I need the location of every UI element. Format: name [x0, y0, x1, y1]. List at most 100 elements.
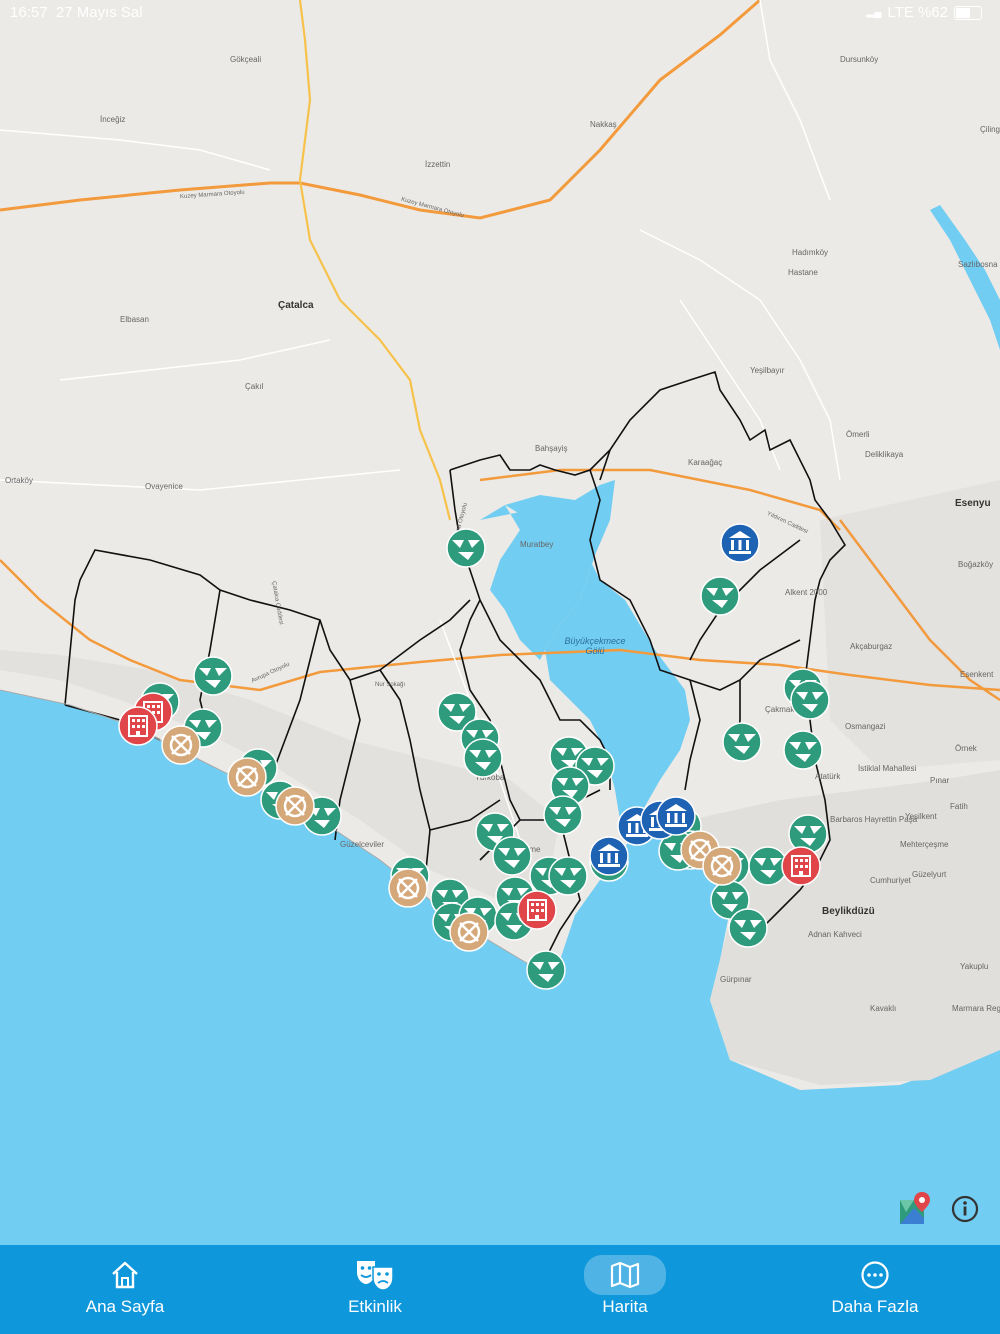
- map-layers-button[interactable]: [896, 1190, 934, 1228]
- map-place-label: Sazlıbosna: [958, 260, 998, 269]
- battery-icon: [954, 5, 982, 20]
- map-place-label: Atatürk: [815, 772, 841, 781]
- park-icon: [463, 738, 503, 778]
- tab-label: Ana Sayfa: [85, 1297, 165, 1316]
- park-icon: [193, 656, 233, 696]
- info-icon: [951, 1195, 979, 1223]
- map-place-label: Fatih: [950, 802, 968, 811]
- home-icon: [101, 1259, 149, 1291]
- map-place-label: Deliklikaya: [865, 450, 904, 459]
- tab-ana-sayfa[interactable]: Ana Sayfa: [0, 1245, 250, 1334]
- theater-masks-icon: [351, 1259, 399, 1291]
- restricted-icon: [702, 846, 742, 886]
- map-place-label: Çakıl: [245, 382, 264, 391]
- restricted-icon: [275, 786, 315, 826]
- map-place-label: Nakkaş: [590, 120, 617, 129]
- bottom-tab-bar: Ana Sayfa Etkinlik Harita Daha Fazla: [0, 1245, 1000, 1334]
- more-icon: [851, 1259, 899, 1291]
- status-right: ▂▄ LTE %62: [867, 4, 982, 21]
- map-place-label: Cumhuriyet: [870, 876, 911, 885]
- park-marker[interactable]: [446, 528, 486, 568]
- road-label: Nur Sokağı: [375, 682, 406, 688]
- restricted-marker[interactable]: [227, 757, 267, 797]
- map-layers-icon: [900, 1192, 930, 1224]
- park-marker[interactable]: [790, 680, 830, 720]
- status-bar: 16:57 27 Mayıs Sal ▂▄ LTE %62: [0, 0, 1000, 28]
- hotel-icon: [517, 890, 557, 930]
- map-place-label: İnceğiz: [100, 115, 126, 124]
- map-place-label: Akçaburgaz: [850, 642, 893, 651]
- map-place-label: Pınar: [930, 776, 950, 785]
- map-place-label: Kavaklı: [870, 1004, 897, 1013]
- park-icon: [722, 722, 762, 762]
- map-place-label: Muratbey: [520, 540, 554, 549]
- park-marker[interactable]: [492, 836, 532, 876]
- map-place-label: Hadımköy: [792, 248, 829, 257]
- map-place-label: Yakuplu: [960, 962, 989, 971]
- signal-icon: ▂▄: [866, 7, 882, 18]
- map-place-label: Osmangazi: [845, 722, 886, 731]
- park-icon: [728, 908, 768, 948]
- restricted-icon: [449, 912, 489, 952]
- map-place-label: Gökçeali: [230, 55, 262, 64]
- park-icon: [543, 795, 583, 835]
- network-status: LTE %62: [887, 4, 948, 21]
- tab-daha-fazla[interactable]: Daha Fazla: [750, 1245, 1000, 1334]
- map-place-label: Karaağaç: [688, 458, 723, 467]
- map-place-label: Elbasan: [120, 315, 149, 324]
- restricted-marker[interactable]: [702, 846, 742, 886]
- restricted-marker[interactable]: [161, 725, 201, 765]
- lake-label: Büyükçekmece Gölü: [564, 636, 626, 656]
- park-marker[interactable]: [526, 950, 566, 990]
- tab-harita[interactable]: Harita: [500, 1245, 750, 1334]
- map-place-label: Çatalca: [278, 300, 314, 311]
- hotel-icon: [118, 706, 158, 746]
- map-place-label: Beylikdüzü: [822, 906, 875, 917]
- museum-icon: [720, 523, 760, 563]
- map-place-label: Esenkent: [960, 670, 994, 679]
- tab-etkinlik[interactable]: Etkinlik: [250, 1245, 500, 1334]
- hotel-icon: [781, 846, 821, 886]
- map-place-label: Boğazköy: [958, 560, 994, 569]
- hotel-marker[interactable]: [781, 846, 821, 886]
- museum-marker[interactable]: [720, 523, 760, 563]
- map-place-label: Marmara Region: [952, 1004, 1000, 1013]
- map-icon: [584, 1255, 666, 1295]
- map-place-label: Adnan Kahveci: [808, 930, 862, 939]
- restricted-marker[interactable]: [388, 868, 428, 908]
- map-place-label: Yesilkent: [905, 812, 937, 821]
- restricted-icon: [227, 757, 267, 797]
- map-place-label: İzzettin: [425, 160, 451, 169]
- park-icon: [783, 730, 823, 770]
- park-marker[interactable]: [193, 656, 233, 696]
- map-canvas[interactable]: [0, 0, 1000, 1245]
- park-marker[interactable]: [463, 738, 503, 778]
- park-marker[interactable]: [543, 795, 583, 835]
- info-button[interactable]: [950, 1194, 980, 1224]
- tab-label: Harita: [602, 1297, 648, 1316]
- hotel-marker[interactable]: [517, 890, 557, 930]
- park-marker[interactable]: [722, 722, 762, 762]
- restricted-icon: [388, 868, 428, 908]
- status-time: 16:57 27 Mayıs Sal: [10, 4, 143, 21]
- hotel-marker[interactable]: [118, 706, 158, 746]
- map-place-label: Mehterçeşme: [900, 840, 949, 849]
- park-marker[interactable]: [728, 908, 768, 948]
- map-place-label: Yeşilbayır: [750, 366, 785, 375]
- restricted-marker[interactable]: [275, 786, 315, 826]
- map-place-label: Ovayenice: [145, 482, 183, 491]
- restricted-marker[interactable]: [449, 912, 489, 952]
- map-place-label: Çiling: [980, 125, 1000, 134]
- map-place-label: Hastane: [788, 268, 818, 277]
- map-place-label: Güzelceviler: [340, 840, 385, 849]
- park-icon: [700, 576, 740, 616]
- museum-marker[interactable]: [589, 836, 629, 876]
- park-marker[interactable]: [700, 576, 740, 616]
- map-view[interactable]: 16:57 27 Mayıs Sal ▂▄ LTE %62 Gökçeali İn…: [0, 0, 1000, 1245]
- map-place-label: Örnek: [955, 744, 977, 753]
- map-place-label: Gürpınar: [720, 975, 752, 984]
- map-place-label: Ortaköy: [5, 476, 34, 485]
- park-marker[interactable]: [783, 730, 823, 770]
- museum-icon: [589, 836, 629, 876]
- map-place-label: İstiklal Mahallesi: [858, 764, 917, 773]
